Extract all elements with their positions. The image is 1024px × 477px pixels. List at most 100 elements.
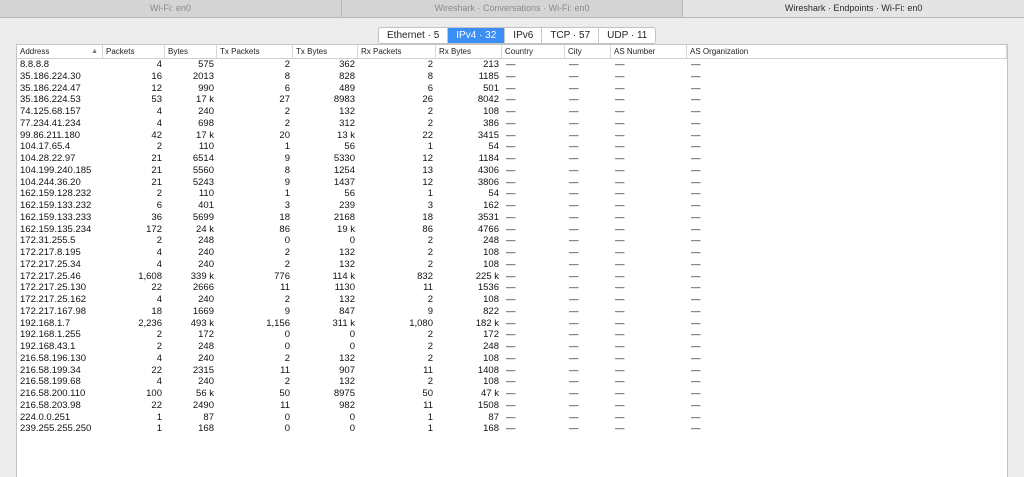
cell-tx-bytes: 0 bbox=[349, 341, 355, 352]
cell-rx-packets: 8 bbox=[427, 70, 433, 82]
cell-as-number: — bbox=[615, 411, 625, 423]
column-header-tx-packets[interactable]: Tx Packets bbox=[217, 45, 293, 58]
table-row[interactable]: 192.168.1.255 2 172 0 0 2 172 — — — — bbox=[17, 329, 1007, 341]
column-header-bytes[interactable]: Bytes bbox=[165, 45, 217, 58]
table-row[interactable]: 104.244.36.20 21 5243 9 1437 12 3806 — — — — bbox=[17, 177, 1007, 189]
cell-tx-packets: 2 bbox=[284, 352, 290, 364]
cell-country: — bbox=[506, 82, 516, 94]
cell-bytes: 5560 bbox=[192, 164, 214, 176]
table-row[interactable]: 216.58.199.68 4 240 2 132 2 108 — — — — bbox=[17, 376, 1007, 388]
table-row[interactable]: 172.217.25.46 1,608 339 k 776 114 k 832 225 k —… bbox=[17, 271, 1007, 283]
cell-address: 99.86.211.180 bbox=[20, 129, 81, 141]
column-header-address[interactable]: Address ▲ bbox=[17, 45, 103, 58]
cell-tx-packets: 0 bbox=[284, 235, 290, 247]
cell-address: 162.159.133.233 bbox=[20, 211, 92, 223]
cell-country: — bbox=[506, 270, 516, 282]
cell-tx-bytes: 132 bbox=[339, 352, 355, 364]
cell-country: — bbox=[506, 282, 516, 294]
table-row[interactable]: 104.28.22.97 21 6514 9 5330 12 1184 — — — — bbox=[17, 153, 1007, 165]
cell-packets: 2 bbox=[156, 235, 162, 247]
column-header-packets[interactable]: Packets bbox=[103, 45, 165, 58]
column-header-label: Packets bbox=[106, 47, 135, 56]
cell-as-number: — bbox=[615, 376, 625, 388]
table-row[interactable]: 162.159.133.232 6 401 3 239 3 162 — — — — bbox=[17, 200, 1007, 212]
table-row[interactable]: 172.217.25.34 4 240 2 132 2 108 — — — — bbox=[17, 259, 1007, 271]
cell-as-organization: — bbox=[691, 70, 701, 82]
cell-rx-bytes: 108 bbox=[483, 376, 499, 388]
cell-packets: 2 bbox=[156, 341, 162, 352]
cell-rx-bytes: 386 bbox=[483, 117, 499, 129]
table-row[interactable]: 172.217.25.162 4 240 2 132 2 108 — — — — bbox=[17, 294, 1007, 306]
cell-address: 216.58.203.98 bbox=[20, 399, 81, 411]
table-row[interactable]: 224.0.0.251 1 87 0 0 1 87 — — — — bbox=[17, 412, 1007, 424]
cell-rx-packets: 22 bbox=[422, 129, 433, 141]
cell-bytes: 56 k bbox=[196, 388, 214, 399]
table-row[interactable]: 104.199.240.185 21 5560 8 1254 13 4306 — — — — bbox=[17, 165, 1007, 177]
cell-rx-packets: 1 bbox=[427, 411, 433, 423]
column-header-as-number[interactable]: AS Number bbox=[611, 45, 687, 58]
cell-city: — bbox=[569, 129, 579, 141]
segment-udp[interactable]: UDP · 11 bbox=[599, 28, 655, 43]
column-header-rx-packets[interactable]: Rx Packets bbox=[358, 45, 436, 58]
table-row[interactable]: 172.217.25.130 22 2666 11 1130 11 1536 — — — — bbox=[17, 282, 1007, 294]
cell-tx-packets: 2 bbox=[284, 376, 290, 388]
table-row[interactable]: 104.17.65.4 2 110 1 56 1 54 — — — — bbox=[17, 141, 1007, 153]
table-row[interactable]: 239.255.255.250 1 168 0 0 1 168 — — — — bbox=[17, 423, 1007, 435]
table-row[interactable]: 216.58.199.34 22 2315 11 907 11 1408 — — — — bbox=[17, 365, 1007, 377]
segment-ethernet[interactable]: Ethernet · 5 bbox=[379, 28, 449, 43]
window-tab-1[interactable]: Wireshark · Conversations · Wi-Fi: en0 bbox=[342, 0, 684, 17]
table-row[interactable]: 162.159.128.232 2 110 1 56 1 54 — — — — bbox=[17, 188, 1007, 200]
cell-tx-packets: 2 bbox=[284, 117, 290, 129]
column-header-rx-bytes[interactable]: Rx Bytes bbox=[436, 45, 502, 58]
segment-ipv6[interactable]: IPv6 bbox=[505, 28, 543, 43]
cell-as-organization: — bbox=[691, 294, 701, 305]
cell-as-organization: — bbox=[691, 364, 701, 376]
window-tab-0[interactable]: Wi-Fi: en0 bbox=[0, 0, 342, 17]
table-row[interactable]: 35.186.224.53 53 17 k 27 8983 26 8042 — — — — bbox=[17, 94, 1007, 106]
cell-as-number: — bbox=[615, 94, 625, 106]
window-tab-2[interactable]: Wireshark · Endpoints · Wi-Fi: en0 bbox=[683, 0, 1024, 17]
cell-tx-packets: 20 bbox=[279, 129, 290, 141]
cell-as-number: — bbox=[615, 82, 625, 94]
column-header-country[interactable]: Country bbox=[502, 45, 565, 58]
table-row[interactable]: 8.8.8.8 4 575 2 362 2 213 — — — — bbox=[17, 59, 1007, 71]
table-row[interactable]: 77.234.41.234 4 698 2 312 2 386 — — — — bbox=[17, 118, 1007, 130]
table-row[interactable]: 99.86.211.180 42 17 k 20 13 k 22 3415 — — — — bbox=[17, 130, 1007, 142]
cell-address: 216.58.199.34 bbox=[20, 364, 81, 376]
cell-as-number: — bbox=[615, 200, 625, 211]
column-header-tx-bytes[interactable]: Tx Bytes bbox=[293, 45, 358, 58]
table-row[interactable]: 35.186.224.30 16 2013 8 828 8 1185 — — — — bbox=[17, 71, 1007, 83]
cell-bytes: 87 bbox=[203, 411, 214, 423]
cell-country: — bbox=[506, 153, 516, 164]
segment-tcp[interactable]: TCP · 57 bbox=[542, 28, 600, 43]
table-row[interactable]: 172.217.8.195 4 240 2 132 2 108 — — — — bbox=[17, 247, 1007, 259]
table-row[interactable]: 35.186.224.47 12 990 6 489 6 501 — — — — bbox=[17, 83, 1007, 95]
cell-address: 216.58.200.110 bbox=[20, 388, 86, 399]
cell-country: — bbox=[506, 329, 516, 341]
column-header-label: AS Number bbox=[614, 47, 656, 56]
column-header-as-organization[interactable]: AS Organization bbox=[687, 45, 1007, 58]
table-row[interactable]: 74.125.68.157 4 240 2 132 2 108 — — — — bbox=[17, 106, 1007, 118]
table-row[interactable]: 162.159.135.234 172 24 k 86 19 k 86 4766 — — — — bbox=[17, 224, 1007, 236]
cell-as-organization: — bbox=[691, 341, 701, 352]
segment-ipv4[interactable]: IPv4 · 32 bbox=[448, 28, 506, 43]
cell-as-organization: — bbox=[691, 59, 701, 70]
cell-as-number: — bbox=[615, 423, 625, 435]
table-row[interactable]: 192.168.43.1 2 248 0 0 2 248 — — — — bbox=[17, 341, 1007, 353]
cell-city: — bbox=[569, 106, 579, 117]
table-row[interactable]: 172.31.255.5 2 248 0 0 2 248 — — — — bbox=[17, 235, 1007, 247]
cell-rx-packets: 3 bbox=[427, 200, 433, 211]
column-header-city[interactable]: City bbox=[565, 45, 611, 58]
cell-as-organization: — bbox=[691, 94, 701, 106]
table-row[interactable]: 216.58.203.98 22 2490 11 982 11 1508 — — — — bbox=[17, 400, 1007, 412]
table-row[interactable]: 216.58.196.130 4 240 2 132 2 108 — — — — bbox=[17, 353, 1007, 365]
cell-bytes: 248 bbox=[198, 235, 214, 247]
cell-bytes: 17 k bbox=[196, 94, 214, 106]
table-row[interactable]: 216.58.200.110 100 56 k 50 8975 50 47 k — — — — bbox=[17, 388, 1007, 400]
table-row[interactable]: 192.168.1.7 2,236 493 k 1,156 311 k 1,080 182 … bbox=[17, 318, 1007, 330]
table-row[interactable]: 162.159.133.233 36 5699 18 2168 18 3531 — — — — bbox=[17, 212, 1007, 224]
table-row[interactable]: 172.217.167.98 18 1669 9 847 9 822 — — — — bbox=[17, 306, 1007, 318]
cell-as-number: — bbox=[615, 329, 625, 341]
cell-address: 162.159.128.232 bbox=[20, 188, 92, 200]
cell-packets: 172 bbox=[146, 223, 162, 235]
